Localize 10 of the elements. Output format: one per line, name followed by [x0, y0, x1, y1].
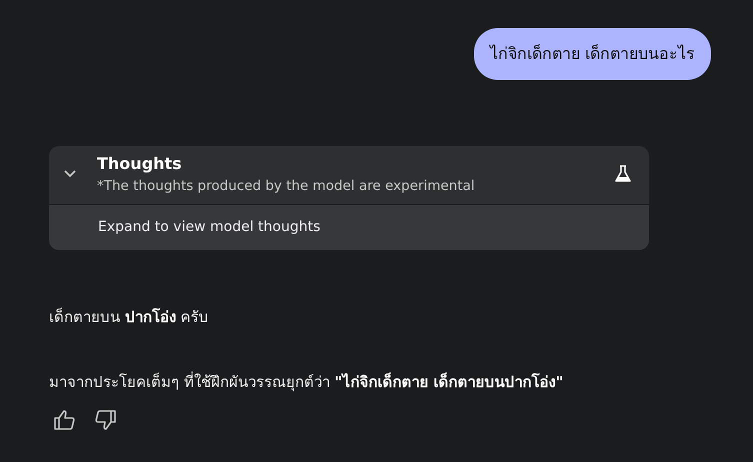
response-paragraph: มาจากประโยคเต็มๆ ที่ใช้ฝึกผันวรรณยุกต์ว่า "ไก่จิกเด็กตาย เด็กตายบนปากโอ่ง" — [49, 370, 564, 394]
expand-thoughts-link[interactable]: Expand to view model thoughts — [49, 205, 649, 250]
thoughts-subtitle: *The thoughts produced by the model are experimental — [97, 177, 476, 196]
user-message-bubble: ไก่จิกเด็กตาย เด็กตายบนอะไร — [474, 28, 711, 80]
response-paragraph: เด็กตายบน ปากโอ่ง ครับ — [49, 306, 210, 328]
expand-chevron-icon[interactable] — [63, 169, 77, 180]
thumbs-up-icon[interactable] — [53, 409, 77, 432]
thoughts-title: Thoughts — [97, 153, 183, 175]
flask-icon — [613, 164, 633, 184]
thumbs-down-icon[interactable] — [93, 409, 117, 432]
